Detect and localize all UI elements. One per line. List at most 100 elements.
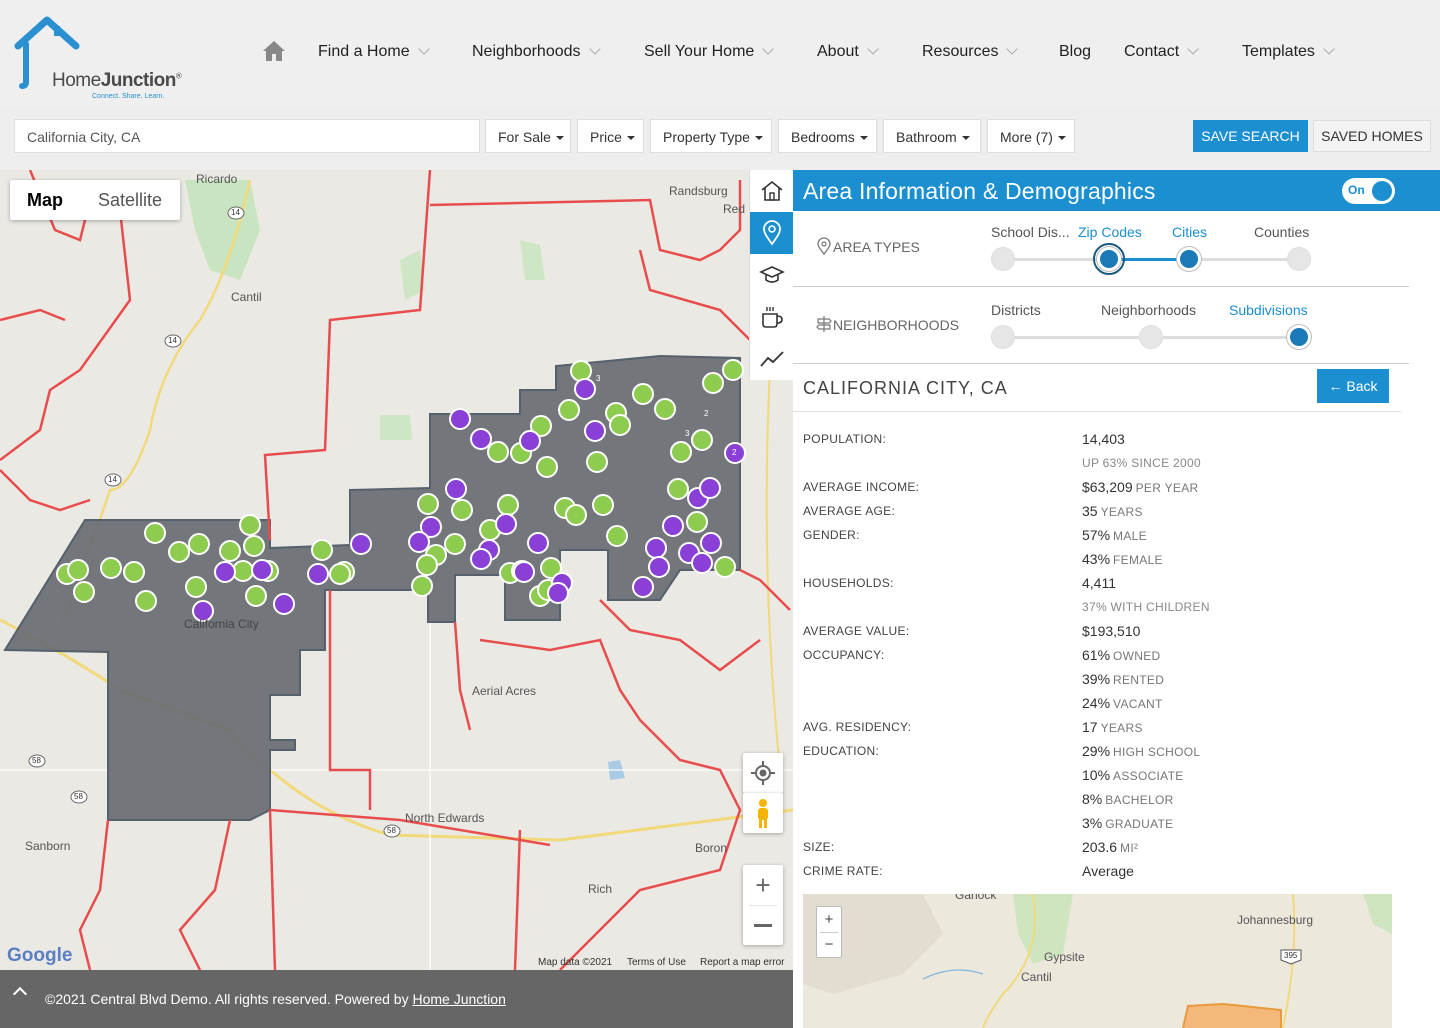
- arrow-left-icon: ←: [1328, 378, 1347, 394]
- area-info-panel: Area Information & Demographics On AREA …: [793, 170, 1440, 1028]
- filter-more[interactable]: More (7): [987, 119, 1075, 153]
- nav-resources[interactable]: Resources: [922, 43, 1019, 61]
- cluster-badge[interactable]: 3: [685, 429, 689, 438]
- toggle-label: On: [1348, 183, 1365, 197]
- site-header: HomeJunction® Connect. Share. Learn. Fin…: [0, 0, 1440, 108]
- route-label: 58: [32, 756, 41, 765]
- stop-school-districts[interactable]: School Dis...: [991, 224, 1070, 240]
- stat-label: POPULATION:: [803, 432, 887, 446]
- tool-market-trends[interactable]: [750, 338, 794, 380]
- chevron-down-icon: [1323, 43, 1335, 55]
- slider-stop[interactable]: [991, 247, 1015, 271]
- mini-zoom-out-button[interactable]: −: [817, 933, 841, 958]
- filter-price[interactable]: Price: [577, 119, 644, 153]
- route-label: 58: [74, 792, 83, 801]
- my-location-button[interactable]: [743, 753, 783, 793]
- slider-stop[interactable]: [1139, 325, 1163, 349]
- save-search-button[interactable]: SAVE SEARCH: [1193, 120, 1308, 152]
- cluster-badge[interactable]: 3: [596, 374, 600, 383]
- nav-templates[interactable]: Templates: [1242, 43, 1335, 61]
- filter-bedrooms[interactable]: Bedrooms: [778, 119, 877, 153]
- tool-listings[interactable]: [750, 170, 794, 212]
- chevron-up-icon[interactable]: [12, 986, 28, 1002]
- nav-about[interactable]: About: [817, 43, 879, 61]
- page-footer: ©2021 Central Blvd Demo. All rights rese…: [0, 970, 793, 1028]
- stat-label: AVG. RESIDENCY:: [803, 720, 912, 734]
- stat-value: 39% RENTED: [1082, 671, 1165, 687]
- nav-find-a-home[interactable]: Find a Home: [318, 43, 430, 61]
- slider-handle-subdivisions[interactable]: [1287, 325, 1311, 349]
- slider-stop[interactable]: [991, 325, 1015, 349]
- satellite-view-button[interactable]: Satellite: [80, 180, 180, 220]
- filter-property-type[interactable]: Property Type: [650, 119, 772, 153]
- mini-map-zoom: + −: [816, 906, 842, 958]
- tool-area-info[interactable]: [750, 212, 794, 254]
- location-search-input[interactable]: California City, CA: [14, 119, 480, 153]
- home-junction-link[interactable]: Home Junction: [413, 991, 506, 1007]
- stop-districts[interactable]: Districts: [991, 302, 1041, 318]
- tool-schools[interactable]: [750, 254, 794, 296]
- graduation-cap-icon: [759, 266, 785, 283]
- search-bar: California City, CA For Sale Price Prope…: [0, 119, 1440, 153]
- stat-value: 4,411: [1082, 575, 1116, 591]
- stop-zip-codes[interactable]: Zip Codes: [1078, 224, 1142, 240]
- stat-value: 57% MALE: [1082, 527, 1147, 543]
- map-type-toggle: Map Satellite: [10, 180, 180, 220]
- stop-counties[interactable]: Counties: [1254, 224, 1309, 240]
- stat-label: CRIME RATE:: [803, 864, 883, 878]
- nav-neighborhoods[interactable]: Neighborhoods: [472, 43, 601, 61]
- map-canvas[interactable]: 3 2 3 2 14 14 14 58 58 58 Ricardo Randsb…: [0, 170, 793, 970]
- stat-sub: UP 63% SINCE 2000: [1082, 456, 1201, 470]
- cluster-badge[interactable]: 2: [704, 409, 708, 418]
- map-data-attribution: Map data ©2021: [538, 957, 613, 968]
- slider-handle-zip[interactable]: [1093, 243, 1125, 275]
- cluster-badge[interactable]: 2: [732, 448, 736, 457]
- place-label: Cantil: [231, 290, 262, 304]
- filter-for-sale[interactable]: For Sale: [485, 119, 571, 153]
- trend-line-icon: [760, 351, 784, 367]
- mini-zoom-in-button[interactable]: +: [817, 907, 841, 932]
- caret-down-icon: [754, 136, 763, 140]
- zoom-in-button[interactable]: +: [743, 865, 783, 905]
- report-map-error-link[interactable]: Report a map error: [700, 957, 784, 968]
- slider-handle-cities[interactable]: [1177, 247, 1201, 271]
- saved-homes-button[interactable]: SAVED HOMES: [1313, 120, 1431, 152]
- place-label: Rich: [588, 882, 613, 896]
- tool-amenities[interactable]: [750, 296, 794, 338]
- neighborhoods-row: NEIGHBORHOODS Districts Neighborhoods Su…: [793, 287, 1409, 365]
- place-label: Sanborn: [25, 839, 71, 853]
- back-button[interactable]: ← Back: [1317, 369, 1389, 403]
- stat-label: GENDER:: [803, 528, 860, 542]
- nav-sell-your-home[interactable]: Sell Your Home: [644, 43, 774, 61]
- area-info-toggle[interactable]: On: [1342, 178, 1395, 204]
- stop-neighborhoods[interactable]: Neighborhoods: [1101, 302, 1196, 318]
- terms-of-use-link[interactable]: Terms of Use: [627, 957, 686, 968]
- map-tool-sidebar: [749, 170, 794, 380]
- home-icon: [761, 180, 783, 201]
- filter-bathroom[interactable]: Bathroom: [883, 119, 981, 153]
- slider-stop[interactable]: [1287, 247, 1311, 271]
- nav-contact[interactable]: Contact: [1124, 43, 1199, 61]
- nav-blog[interactable]: Blog: [1059, 43, 1091, 61]
- place-label: Gypsite: [1044, 950, 1085, 964]
- stat-value: 24% VACANT: [1082, 695, 1163, 711]
- stop-cities[interactable]: Cities: [1172, 224, 1207, 240]
- caret-down-icon: [859, 136, 868, 140]
- home-junction-logo[interactable]: HomeJunction® Connect. Share. Learn.: [14, 14, 182, 100]
- route-label: 14: [168, 336, 177, 345]
- panel-title: Area Information & Demographics: [803, 178, 1156, 204]
- nav-home-icon[interactable]: [262, 40, 286, 62]
- stat-value: 10% ASSOCIATE: [1082, 767, 1184, 783]
- logo-text: HomeJunction®: [52, 70, 182, 91]
- chevron-down-icon: [417, 43, 430, 55]
- street-view-pegman[interactable]: [743, 793, 783, 833]
- caret-down-icon: [1057, 136, 1066, 140]
- area-mini-map[interactable]: Garlock Johannesburg Gypsite Cantil 395 …: [803, 894, 1392, 1028]
- map-view-button[interactable]: Map: [10, 180, 80, 220]
- area-types-row: AREA TYPES School Dis... Zip Codes Citie…: [793, 211, 1409, 289]
- zoom-out-button[interactable]: [743, 905, 783, 945]
- stop-subdivisions[interactable]: Subdivisions: [1229, 302, 1308, 318]
- toggle-knob: [1372, 181, 1392, 201]
- stat-value: 17 YEARS: [1082, 719, 1143, 735]
- location-pin-icon: [763, 220, 781, 246]
